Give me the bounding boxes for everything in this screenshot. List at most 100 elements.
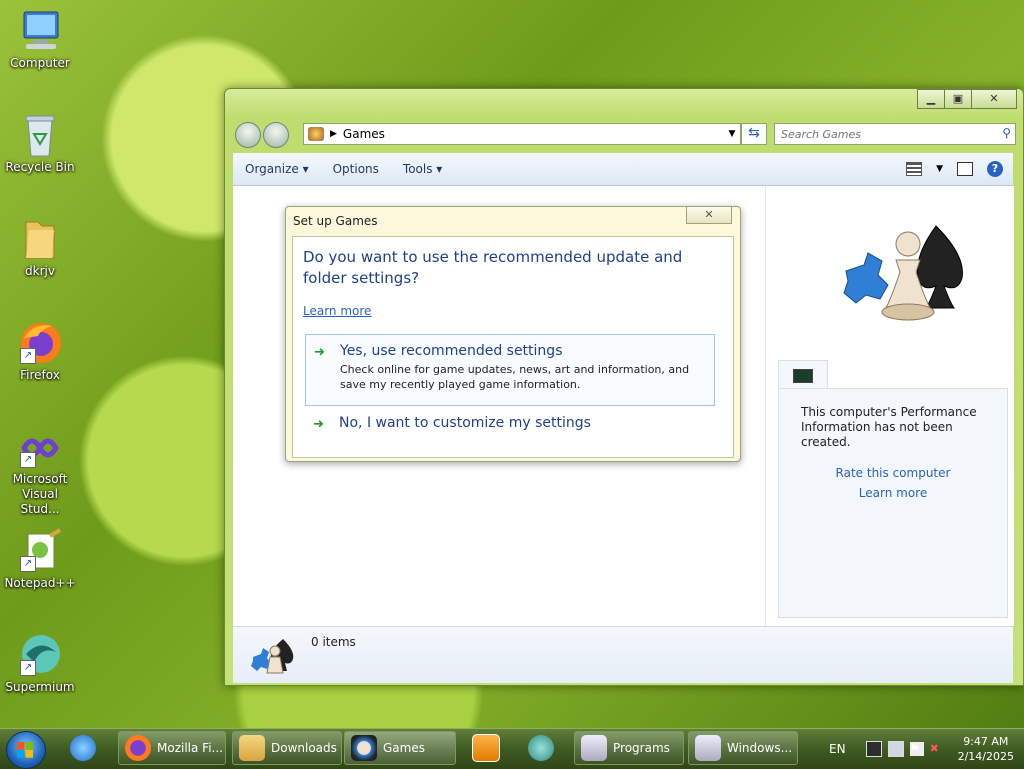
shortcut-arrow-icon: ↗ [20,556,36,572]
performance-message: This computer's Performance Information … [801,405,977,449]
firefox-icon: ↗ [16,320,64,366]
desktop-icon-label: Recycle Bin [5,160,75,174]
refresh-button[interactable]: ⇆ [741,123,767,145]
desktop-icon-supermium[interactable]: ↗ Supermium [4,632,76,695]
clock[interactable]: 9:47 AM 2/14/2025 [958,734,1014,764]
action-center-flag-icon[interactable]: ⚑ [909,742,924,756]
performance-tab[interactable] [778,360,828,389]
games-folder-icon [308,127,324,141]
taskbar-label: Downloads [271,741,337,755]
search-input[interactable] [775,124,983,144]
address-row: ▶ Games ▼ ⇆ ⚲ [233,121,1016,148]
taskbar-firefox[interactable]: Mozilla Fi... [118,731,226,765]
visual-studio-icon: ↗ [16,424,64,470]
shortcut-arrow-icon: ↗ [20,452,36,468]
command-bar: Organize ▾ Options Tools ▾ ▼ ? [233,153,1013,186]
desktop-icon-firefox[interactable]: ↗ Firefox [4,320,76,383]
clock-time: 9:47 AM [963,735,1009,748]
media-player-button[interactable] [466,731,506,765]
address-bar[interactable]: ▶ Games ▼ [303,123,741,145]
desktop-icon-label: Supermium [5,680,75,694]
setup-games-dialog: Set up Games ✕ Do you want to use the re… [285,206,741,462]
help-icon[interactable]: ? [987,161,1003,177]
desktop-icon-notepadpp[interactable]: ↗ Notepad++ [4,528,76,591]
breadcrumb-arrow-icon[interactable]: ▶ [330,129,337,139]
window-controls: ▁ ▣ ✕ [917,89,1017,109]
desktop-icon-folder[interactable]: dkrjv [4,216,76,279]
start-button[interactable] [6,731,46,769]
supermium-icon: ↗ [16,632,64,678]
view-dropdown-icon[interactable]: ▼ [936,164,943,174]
maximize-button[interactable]: ▣ [944,89,972,109]
language-indicator[interactable]: EN [829,742,846,756]
desktop-icon-label: Notepad++ [4,576,76,590]
taskbar-label: Windows... [727,741,793,755]
taskbar-windows[interactable]: Windows... [688,731,798,765]
dialog-title: Set up Games [293,214,378,228]
desktop-icon-label: dkrjv [25,264,55,278]
internet-explorer-button[interactable] [64,731,108,765]
computer-icon [16,8,64,54]
learn-more-link[interactable]: Learn more [303,304,371,318]
shortcut-arrow-icon: ↗ [20,348,36,364]
breadcrumb-games[interactable]: Games [343,127,724,141]
recycle-bin-icon [16,112,64,158]
minimize-button[interactable]: ▁ [917,89,945,109]
shortcut-arrow-icon: ↗ [20,660,36,676]
taskbar-label: Programs [613,741,670,755]
search-box[interactable]: ⚲ [774,123,1016,145]
taskbar-label: Games [383,741,425,755]
options-button[interactable]: Options [321,162,391,176]
folder-icon [16,216,64,262]
customize-settings-option[interactable]: ➜ No, I want to customize my settings [305,407,713,439]
desktop-icon-visual-studio[interactable]: ↗ Microsoft Visual Stud... [4,424,76,517]
option-heading: Yes, use recommended settings [340,343,563,359]
desktop-icon-recycle-bin[interactable]: Recycle Bin [4,112,76,175]
preview-pane: This computer's Performance Information … [765,186,1014,626]
games-icon [351,735,377,761]
close-button[interactable]: ✕ [971,89,1017,109]
option-description: Check online for game updates, news, art… [340,363,690,391]
nvidia-icon[interactable] [865,741,882,757]
dialog-close-button[interactable]: ✕ [686,207,732,224]
taskbar-programs[interactable]: Programs [574,731,684,765]
back-button[interactable] [235,122,261,148]
network-icon[interactable] [887,741,904,757]
recommended-settings-option[interactable]: ➜ Yes, use recommended settings Check on… [305,334,715,406]
supermium-icon [528,735,554,761]
forward-button[interactable] [263,122,289,148]
rate-computer-link[interactable]: Rate this computer [779,466,1007,480]
media-player-icon [472,734,500,762]
desktop-icon-computer[interactable]: Computer [4,8,76,71]
taskbar: Mozilla Fi... Downloads Games Programs W… [0,728,1024,769]
tools-menu[interactable]: Tools ▾ [391,162,454,176]
games-artwork-icon [843,225,963,321]
preview-pane-icon[interactable] [957,162,973,176]
games-small-icon [251,639,294,674]
supermium-button[interactable] [522,731,566,765]
desktop-icon-label: Microsoft Visual Stud... [12,472,68,516]
address-dropdown-icon[interactable]: ▼ [724,129,740,139]
search-icon[interactable]: ⚲ [1002,126,1011,140]
organize-menu[interactable]: Organize ▾ [233,162,321,176]
taskbar-games[interactable]: Games [344,731,456,765]
volume-muted-icon[interactable]: ✖ [930,742,944,756]
games-content-area: Set up Games ✕ Do you want to use the re… [233,186,765,626]
dialog-question: Do you want to use the recommended updat… [303,248,683,287]
system-tray: EN ⚑ ✖ 9:47 AM 2/14/2025 [829,729,1024,769]
folder-icon [239,735,265,761]
control-panel-icon [581,735,607,761]
windows-logo-icon [17,742,33,758]
taskbar-downloads[interactable]: Downloads [232,731,342,765]
monitor-icon [793,369,813,383]
desktop-icon-label: Firefox [20,368,60,382]
notepadpp-icon: ↗ [16,528,64,574]
performance-learn-more-link[interactable]: Learn more [779,486,1007,500]
dialog-body: Do you want to use the recommended updat… [292,236,734,458]
items-count: 0 items [311,635,356,649]
firefox-icon [125,735,151,761]
change-view-icon[interactable] [906,162,923,176]
toolbar-right: ▼ ? [906,161,1013,177]
performance-panel: This computer's Performance Information … [778,388,1008,618]
green-arrow-icon: ➜ [313,417,324,432]
